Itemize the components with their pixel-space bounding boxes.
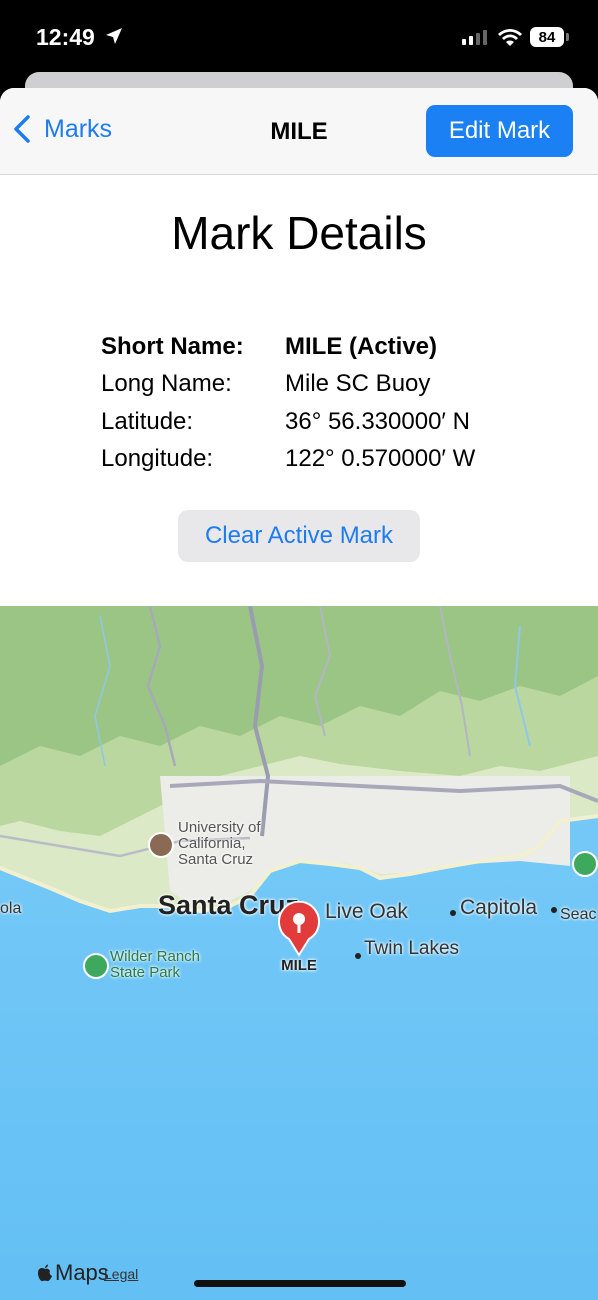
wifi-icon xyxy=(498,29,522,46)
map-label-capitola: Capitola xyxy=(460,896,538,919)
back-button-label: Marks xyxy=(44,114,113,143)
mark-details-sheet: Marks MILE Edit Mark Mark Details Short … xyxy=(0,88,598,1300)
location-arrow-icon xyxy=(106,28,122,44)
detail-label: Longitude: xyxy=(101,445,214,473)
mark-details-list: Short Name: MILE (Active) Long Name: Mil… xyxy=(101,328,475,478)
detail-label: Long Name: xyxy=(101,370,232,398)
map-label-live-oak: Live Oak xyxy=(325,900,408,923)
detail-row-short-name: Short Name: MILE (Active) xyxy=(101,328,475,366)
detail-label: Short Name: xyxy=(101,332,244,360)
detail-value: MILE (Active) xyxy=(285,332,438,360)
detail-label: Latitude: xyxy=(101,407,194,435)
battery-icon: 84 xyxy=(530,27,564,47)
detail-value: Mile SC Buoy xyxy=(285,370,431,398)
edit-mark-button[interactable]: Edit Mark xyxy=(426,105,573,157)
detail-row-latitude: Latitude: 36° 56.330000′ N xyxy=(101,403,475,441)
maps-wordmark: Maps xyxy=(55,1260,109,1285)
status-time: 12:49 xyxy=(36,24,95,50)
map-dot-capitola xyxy=(450,910,456,916)
detail-value: 122° 0.570000′ W xyxy=(285,445,476,473)
chevron-left-icon xyxy=(14,115,30,143)
map-label-left-edge: ola xyxy=(0,900,22,917)
map-label-seacliff: Seac xyxy=(560,906,597,923)
navigation-bar: Marks MILE Edit Mark xyxy=(0,88,598,175)
apple-maps-logo: Maps xyxy=(37,1260,109,1286)
battery-cap xyxy=(566,33,569,41)
map-label-university: University of California, Santa Cruz xyxy=(178,819,261,868)
clear-active-mark-button[interactable]: Clear Active Mark xyxy=(178,510,420,562)
park-icon-east xyxy=(572,851,598,877)
map-dot-seacliff xyxy=(551,907,557,913)
detail-row-longitude: Longitude: 122° 0.570000′ W xyxy=(101,441,475,479)
detail-value: 36° 56.330000′ N xyxy=(285,407,470,435)
home-indicator[interactable] xyxy=(194,1280,406,1287)
map-pin-label: MILE xyxy=(281,957,317,974)
university-icon xyxy=(148,832,174,858)
map-pin-icon[interactable] xyxy=(277,901,321,957)
detail-row-long-name: Long Name: Mile SC Buoy xyxy=(101,366,475,404)
page-title: Mark Details xyxy=(171,207,427,259)
cellular-signal-icon xyxy=(462,30,487,45)
status-bar: 12:49 84 xyxy=(0,0,598,76)
legal-link[interactable]: Legal xyxy=(104,1266,138,1282)
apple-logo-icon xyxy=(38,1264,52,1282)
back-button[interactable]: Marks xyxy=(12,114,112,144)
